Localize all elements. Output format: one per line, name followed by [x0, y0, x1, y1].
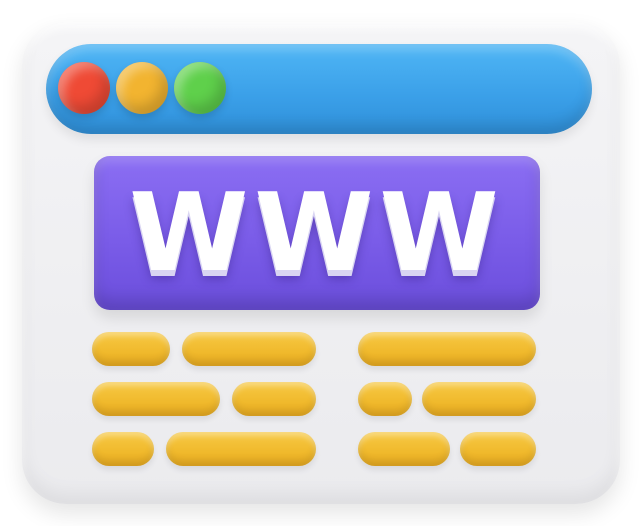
minimize-dot	[116, 62, 168, 114]
text-placeholder-bar	[422, 382, 536, 416]
illustration-canvas: WWW	[0, 0, 641, 526]
text-placeholder-bar	[92, 432, 154, 466]
text-placeholder-bar	[232, 382, 316, 416]
maximize-dot	[174, 62, 226, 114]
close-dot	[58, 62, 110, 114]
text-placeholder-bar	[358, 382, 412, 416]
text-placeholder-bar	[460, 432, 536, 466]
text-placeholder-bar	[358, 332, 536, 366]
www-text: WWW	[129, 170, 505, 296]
text-placeholder-bar	[358, 432, 450, 466]
text-placeholder-bar	[92, 382, 220, 416]
text-placeholder-bar	[92, 332, 170, 366]
text-placeholder-bar	[166, 432, 316, 466]
text-placeholder-bar	[182, 332, 316, 366]
